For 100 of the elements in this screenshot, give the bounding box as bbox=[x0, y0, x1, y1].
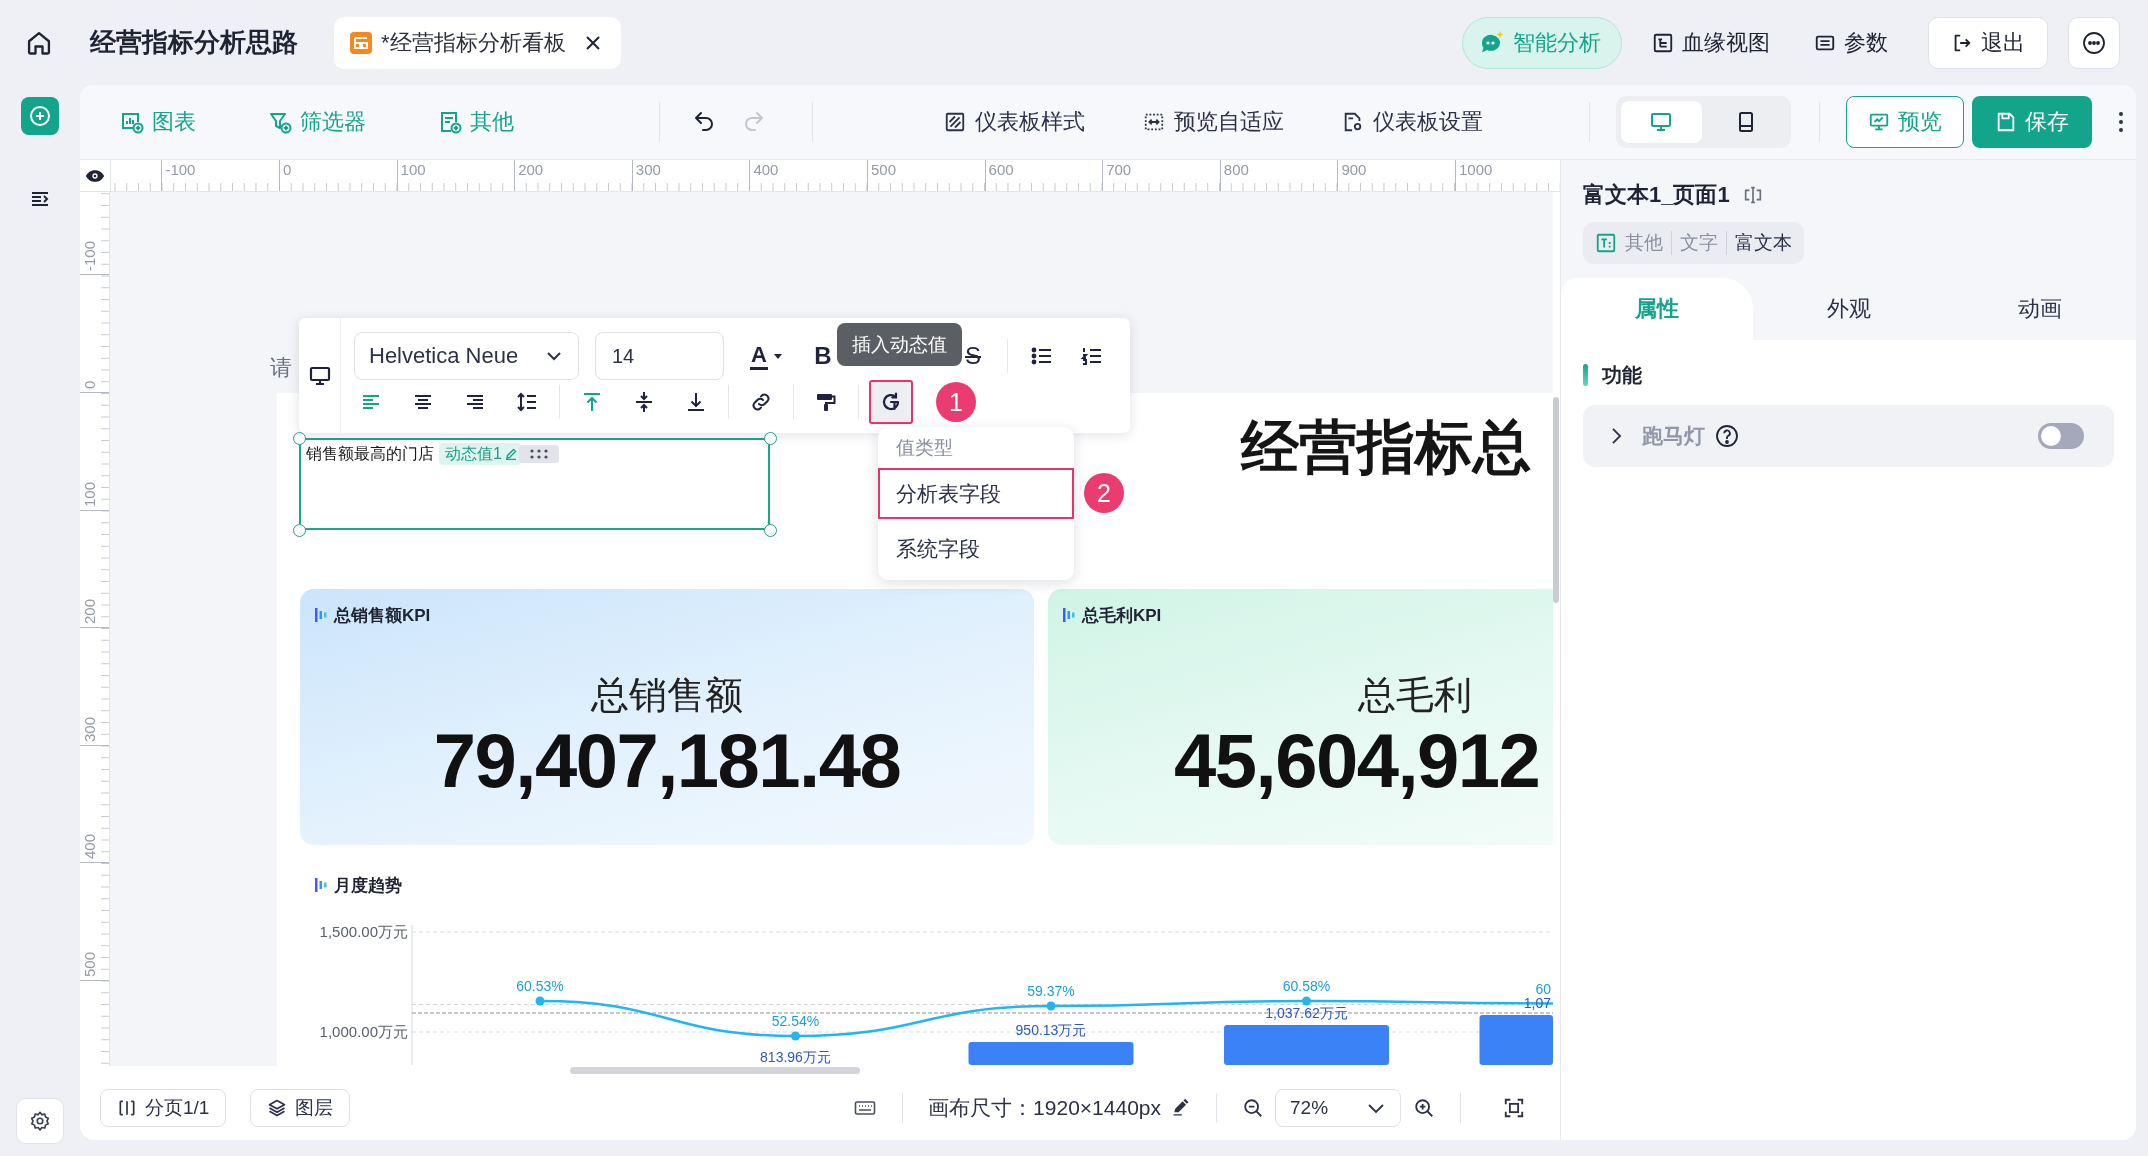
layers-button[interactable]: 图层 bbox=[250, 1089, 351, 1127]
font-dropdown[interactable]: Helvetica Neue bbox=[354, 332, 579, 380]
tree-chart-icon bbox=[1652, 31, 1674, 54]
drag-handle-icon[interactable] bbox=[518, 445, 559, 463]
data-point bbox=[1302, 996, 1311, 1006]
chart-add-icon bbox=[120, 110, 144, 134]
hint-text: 请 bbox=[270, 355, 292, 381]
close-icon[interactable] bbox=[584, 34, 601, 51]
more-vertical-icon[interactable] bbox=[2118, 111, 2124, 133]
undo-icon[interactable] bbox=[692, 110, 716, 134]
settings-button[interactable] bbox=[16, 1098, 64, 1144]
document-gear-icon bbox=[1342, 111, 1364, 133]
data-label: 1,037.62万元 bbox=[1265, 1005, 1348, 1021]
ruler-label: 0 bbox=[80, 380, 109, 393]
chevron-right-icon[interactable] bbox=[1611, 427, 1622, 445]
preview-fit-button[interactable]: 预览自适应 bbox=[1143, 107, 1284, 137]
kpi-title: 总销售额 bbox=[591, 673, 743, 718]
zoom-dropdown[interactable]: 72% bbox=[1275, 1089, 1401, 1127]
data-label: 60.53% bbox=[516, 978, 564, 994]
font-size-field[interactable]: 14 bbox=[595, 332, 724, 380]
data-label: 60 bbox=[1535, 980, 1551, 997]
ruler-label: 300 bbox=[80, 716, 109, 746]
ruler-label: 0 bbox=[279, 160, 292, 191]
scrollbar-thumb[interactable] bbox=[1553, 397, 1559, 603]
page-split-icon bbox=[117, 1098, 137, 1118]
data-label: 60.58% bbox=[1282, 978, 1331, 994]
tooltip: 插入动态值 bbox=[837, 323, 962, 366]
lineage-view-button[interactable]: 血缘视图 bbox=[1638, 16, 1784, 69]
toggle-switch[interactable] bbox=[2038, 423, 2084, 449]
bars-icon bbox=[315, 877, 327, 893]
ruler-label: 100 bbox=[396, 160, 426, 191]
axis-label: 1,000.00万元 bbox=[319, 1023, 408, 1040]
panel-tab[interactable]: 外观 bbox=[1752, 278, 1945, 340]
ruler-label: -100 bbox=[161, 160, 196, 191]
eye-icon[interactable] bbox=[85, 168, 105, 183]
chart-title: 月度趋势 bbox=[334, 874, 402, 897]
settings-icon bbox=[29, 1110, 51, 1132]
menu-header: 值类型 bbox=[895, 436, 954, 460]
caret-icon bbox=[773, 353, 782, 359]
kpi-value: 79,407,181.48 bbox=[433, 719, 901, 803]
dashboard-settings-button[interactable]: 仪表板设置 bbox=[1342, 107, 1483, 137]
data-point bbox=[791, 1031, 800, 1041]
ruler-label: 500 bbox=[80, 951, 109, 981]
more-button[interactable] bbox=[2068, 16, 2120, 69]
help-icon[interactable] bbox=[1715, 424, 1739, 448]
data-label: 59.37% bbox=[1027, 983, 1075, 999]
zoom-out-icon[interactable] bbox=[1242, 1097, 1264, 1119]
app-title: 经营指标分析思路 bbox=[90, 26, 298, 59]
bars-icon bbox=[315, 607, 327, 623]
component-title: 富文本1_页面1 bbox=[1583, 181, 1730, 209]
kpi-header: 总毛利KPI bbox=[1082, 604, 1162, 627]
section-title: 功能 bbox=[1602, 362, 1642, 388]
layers-icon bbox=[267, 1098, 288, 1118]
exit-button[interactable]: 退出 bbox=[1928, 16, 2048, 69]
dashboard-icon bbox=[350, 31, 372, 54]
ruler-label: 200 bbox=[514, 160, 544, 191]
dashboard-style-button[interactable]: 仪表板样式 bbox=[944, 107, 1085, 137]
canvas-size-label: 画布尺寸： bbox=[928, 1095, 1034, 1121]
pen-icon[interactable] bbox=[1171, 1098, 1191, 1118]
insert-value-button[interactable] bbox=[869, 380, 913, 424]
plus-circle-icon bbox=[28, 104, 52, 128]
data-label: 52.54% bbox=[771, 1013, 820, 1029]
option-label: 跑马灯 bbox=[1642, 423, 1705, 449]
axis-label: 1,500.00万元 bbox=[319, 923, 408, 940]
monitor-icon bbox=[1649, 110, 1674, 134]
menu-item[interactable]: 系统字段 bbox=[878, 523, 1074, 574]
ruler-label: 700 bbox=[1102, 160, 1132, 191]
data-point bbox=[535, 996, 545, 1006]
data-label: 950.13万元 bbox=[1015, 1022, 1087, 1038]
document-add-icon bbox=[438, 110, 462, 134]
pages-button[interactable]: 分页1/1 bbox=[100, 1089, 227, 1127]
breadcrumb-item: 其他 bbox=[1625, 231, 1663, 255]
presentation-icon bbox=[1868, 111, 1890, 133]
kpi-header: 总销售额KPI bbox=[334, 604, 431, 627]
link-icon bbox=[749, 390, 773, 414]
data-point bbox=[1046, 1001, 1056, 1011]
add-button[interactable] bbox=[21, 97, 59, 135]
ruler-label: 1000 bbox=[1455, 160, 1493, 191]
ruler-label: 800 bbox=[1219, 160, 1249, 191]
ruler-label: 400 bbox=[80, 834, 109, 864]
kpi-value: 45,604,912 bbox=[1174, 719, 1540, 803]
filter-add-icon bbox=[268, 110, 292, 134]
section-marker-icon bbox=[1583, 364, 1588, 386]
panel-tab[interactable]: 动画 bbox=[1944, 278, 2136, 340]
ruler-label: 400 bbox=[749, 160, 779, 191]
font-color-button[interactable]: A bbox=[741, 336, 791, 376]
fullscreen-icon[interactable] bbox=[1503, 1097, 1525, 1119]
document-tab[interactable]: *经营指标分析看板 bbox=[334, 16, 621, 69]
breadcrumb-item: 富文本 bbox=[1735, 231, 1792, 255]
brush-frame-icon bbox=[944, 111, 966, 133]
dashboard-title: 经营指标总 bbox=[1241, 415, 1531, 479]
fit-width-icon bbox=[1143, 111, 1165, 133]
step-badge: 1 bbox=[936, 382, 976, 422]
line-spacing-icon bbox=[515, 390, 539, 414]
menu-item[interactable]: 分析表字段 bbox=[878, 468, 1074, 519]
parameters-button[interactable]: 参数 bbox=[1800, 16, 1902, 69]
scrollbar-thumb[interactable] bbox=[570, 1067, 860, 1074]
zoom-in-icon[interactable] bbox=[1413, 1097, 1435, 1119]
ruler-label: 600 bbox=[984, 160, 1014, 191]
rich-text-box[interactable]: 销售额最高的门店 动态值1 bbox=[299, 438, 770, 530]
